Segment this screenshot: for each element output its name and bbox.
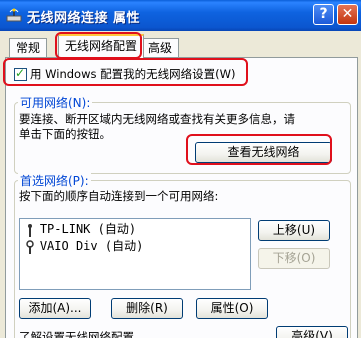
tab-advanced[interactable]: 高级 [141,38,180,57]
advanced-button[interactable]: 高级(V) [276,326,348,338]
view-wireless-networks-button[interactable]: 查看无线网络 [195,142,332,163]
move-up-button[interactable]: 上移(U) [258,220,330,241]
use-windows-config-label[interactable]: 用 Windows 配置我的无线网络设置(W) [30,66,236,82]
learn-more-text: 了解设置无线网络配置。 [19,330,146,338]
preferred-networks-list[interactable]: TP-LINK (自动) VAIO Div (自动) [19,218,251,290]
window-title: 无线网络连接 属性 [27,11,141,26]
remove-button[interactable]: 删除(R) [111,298,183,319]
use-windows-config-checkbox[interactable] [14,66,27,81]
list-item[interactable]: VAIO Div (自动) [24,238,143,255]
available-networks-description-1: 要连接、断开区域内无线网络或查找有关更多信息，请 [19,112,295,126]
available-networks-description-2: 单击下面的按钮。 [19,127,111,141]
tab-general[interactable]: 常规 [9,38,48,57]
network-name: TP-LINK (自动) [39,222,137,236]
antenna-disconnected-icon [26,239,34,254]
antenna-icon [28,223,32,237]
help-button[interactable]: ? [313,4,334,25]
preferred-networks-description: 按下面的顺序自动连接到一个可用网络: [19,189,219,203]
network-name: VAIO Div (自动) [39,239,144,253]
properties-window: 无线网络连接 属性 ? ✕ 常规 无线网络配置 高级 用 Windows 配置我… [0,0,361,338]
close-button[interactable]: ✕ [337,4,358,25]
preferred-networks-legend: 首选网络(P): [18,172,91,189]
move-down-button[interactable]: 下移(O) [258,248,330,269]
available-networks-legend: 可用网络(N): [18,94,93,111]
add-button[interactable]: 添加(A)... [19,298,91,319]
wireless-connection-icon [6,8,22,22]
tab-panel: 用 Windows 配置我的无线网络设置(W) 可用网络(N): 要连接、断开区… [5,57,358,338]
properties-button[interactable]: 属性(O) [196,298,268,319]
tab-wireless-networks[interactable]: 无线网络配置 [58,34,145,58]
title-bar[interactable]: 无线网络连接 属性 ? ✕ [0,0,361,31]
list-item[interactable]: TP-LINK (自动) [24,221,136,238]
